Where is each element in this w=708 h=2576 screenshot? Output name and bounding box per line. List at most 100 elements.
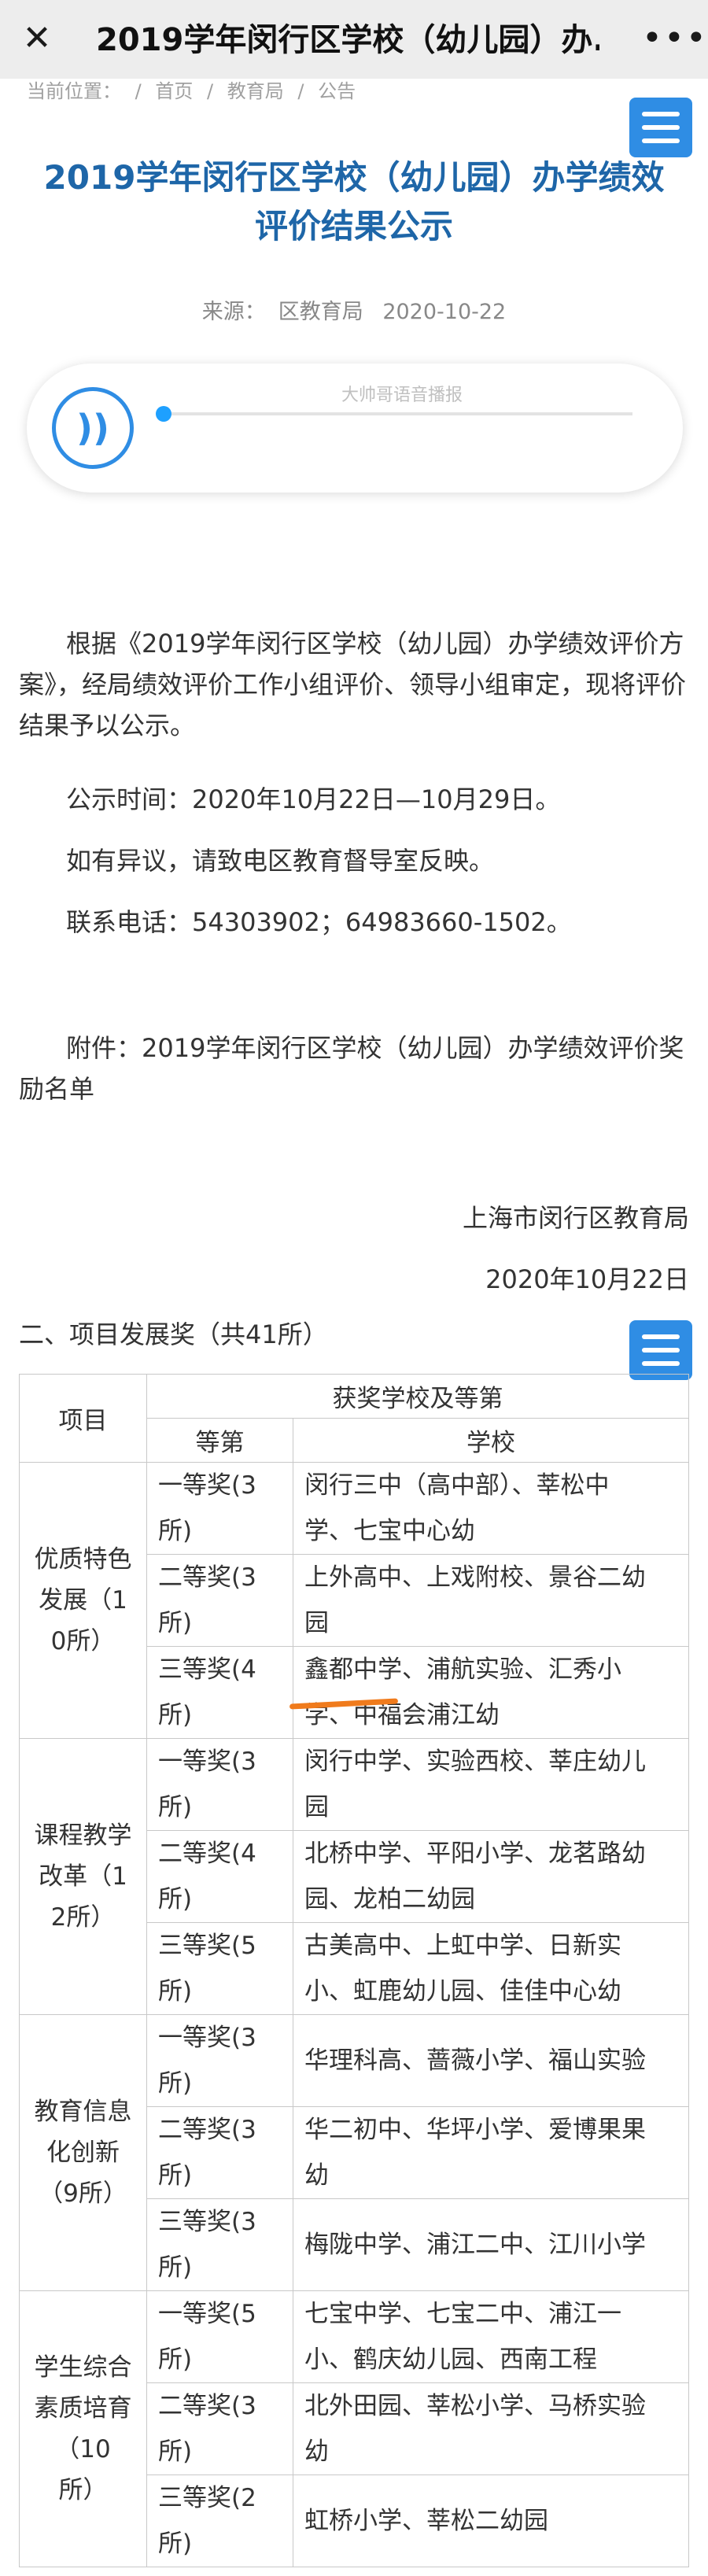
table-header-row: 项目 获奖学校及等第 [19,1374,689,1463]
more-icon[interactable]: ••• [642,19,706,58]
level-line: 三等奖(3 [158,2208,256,2236]
school-cell: 梅陇中学、浦江二中、江川小学 [293,2198,689,2291]
category-cell: 优质特色 发展（1 0所） [19,1462,147,1739]
menu-icon [642,112,680,116]
header-project: 项目 [19,1374,147,1463]
school-line: 小、鹤庆幼儿园、西南工程 [304,2345,597,2374]
level-line: 所) [158,2530,193,2558]
level-line: 所) [158,2161,193,2190]
school-cell: 上外高中、上戏附校、景谷二幼园 [293,1554,689,1647]
school-line: 北桥中学、平阳小学、龙茗路幼 [304,1840,646,1868]
breadcrumb-separator: / [207,80,214,102]
breadcrumb-section[interactable]: 公告 [318,80,356,102]
paragraph-intro: 根据《2019学年闵行区学校（幼儿园）办学绩效评价方 案》，经局绩效评价工作小组… [19,623,689,746]
source: 区教育局 [278,300,363,324]
table-row: 优质特色 发展（1 0所） 一等奖(3 所) 闵行三中（高中部）、莘松中 学、七宝中… [19,1462,689,1739]
audio-hint: 大帅哥语音播报 [341,386,463,405]
school-cell: 闵行中学、实验西校、莘庄幼儿园 [293,1738,689,1831]
menu-button[interactable] [629,1320,692,1380]
school-line: 学、中福会浦江幼 [304,1701,500,1729]
level-line: 三等奖(5 [158,1932,256,1960]
level-cell: 二等奖(3 所) [146,1554,293,1647]
school-line: 七宝中学、七宝二中、浦江一 [304,2300,621,2328]
paragraph-phone: 联系电话：54303902；64983660-1502。 [66,907,572,937]
paragraph-objection: 如有异议，请致电区教育督导室反映。 [66,846,495,876]
paragraph-line: 结果予以公示。 [19,710,196,740]
level-line: 一等奖(3 [158,1747,256,1776]
level-cell: 二等奖(4 所) [146,1830,293,1923]
breadcrumb: 当前位置： / 首页 / 教育局 / 公告 [27,76,363,103]
level-cell: 一等奖(3 所) [146,2014,293,2107]
school-line: 学、七宝中心幼 [304,1517,475,1545]
category-line: （10 [55,2435,111,2463]
level-line: 二等奖(3 [158,2392,256,2420]
article-title-line2: 评价结果公示 [254,207,453,245]
header-school: 学校 [293,1418,689,1463]
breadcrumb-separator: / [297,80,304,102]
level-line: 二等奖(3 [158,2116,256,2144]
school-line: 闵行三中（高中部）、莘松中 [304,1471,610,1500]
menu-icon [642,1334,680,1339]
category-line: 素质培育 [34,2394,132,2423]
school-cell: 鑫都中学、浦航实验、汇秀小 学、中福会浦江幼 [293,1646,689,1739]
school-cell: 北桥中学、平阳小学、龙茗路幼 园、龙柏二幼园 [293,1830,689,1923]
school-cell: 虹桥小学、莘松二幼园 [293,2475,689,2567]
level-cell: 二等奖(3 所) [146,2106,293,2199]
level-line: 所) [158,2438,193,2466]
category-line: 教育信息 [34,2098,132,2126]
audio-progress-knob[interactable] [156,406,171,422]
school-line: 虹桥小学、莘松二幼园 [304,2507,548,2535]
level-line: 所) [158,2253,193,2282]
category-line: 课程教学 [34,1821,132,1850]
close-icon[interactable]: ✕ [17,19,57,58]
signature-date: 2020年10月22日 [485,1264,689,1294]
category-cell: 学生综合 素质培育 （10 所） [19,2290,147,2567]
breadcrumb-home[interactable]: 首页 [155,80,193,102]
level-line: 所) [158,1701,193,1729]
school-line: 小、虹鹿幼儿园、佳佳中心幼 [304,1977,621,2006]
table-row: 学生综合 素质培育 （10 所） 一等奖(5 所) 七宝中学、七宝二中、浦江一 小、… [19,2290,689,2567]
signature: 上海市闵行区教育局 [462,1203,689,1233]
top-bar: ✕ 2019学年闵行区学校（幼儿园）办... ••• [0,0,708,79]
paragraph-line: 案》，经局绩效评价工作小组评价、领导小组审定，现将评价 [19,670,687,699]
school-line: 华理科高、蔷薇小学、福山实验 [304,2046,646,2075]
category-line: 改革（1 [39,1862,127,1891]
publish-date: 2020-10-22 [382,300,507,324]
audio-progress-track[interactable] [160,412,632,415]
audio-play-icon[interactable]: )) [52,387,134,469]
level-cell: 三等奖(4 所) [146,1646,293,1739]
menu-icon-bar [642,138,680,143]
level-line: 三等奖(4 [158,1655,256,1684]
level-cell: 一等奖(3 所) [146,1462,293,1555]
section-heading: 二、项目发展奖（共41所） [19,1319,328,1349]
level-cell: 三等奖(3 所) [146,2198,293,2291]
paragraph-attachment: 附件：2019学年闵行区学校（幼儿园）办学绩效评价奖 励名单 [19,1028,689,1109]
header-awards: 获奖学校及等第 [146,1374,689,1419]
school-line: 园 [304,1609,329,1637]
table-row: 教育信息 化创新 （9所） 一等奖(3 所) 华理科高、蔷薇小学、福山实验 [19,2014,689,2291]
level-line: 所) [158,2069,193,2098]
table-row: 课程教学 改革（1 2所） 一等奖(3 所) 闵行中学、实验西校、莘庄幼儿园 [19,1738,689,2015]
source-label: 来源： [201,300,266,324]
school-line: 园、龙柏二幼园 [304,1885,475,1914]
menu-button[interactable] [629,98,692,157]
school-cell: 七宝中学、七宝二中、浦江一 小、鹤庆幼儿园、西南工程 [293,2290,689,2383]
level-line: 三等奖(2 [158,2484,256,2512]
category-line: 发展（1 [39,1586,127,1615]
category-line: 所） [58,2476,108,2504]
level-cell: 二等奖(3 所) [146,2382,293,2475]
menu-icon-bar [642,125,680,130]
level-line: 所) [158,1977,193,2006]
category-cell: 教育信息 化创新 （9所） [19,2014,147,2291]
category-line: 2所） [50,1903,116,1932]
category-cell: 课程教学 改革（1 2所） [19,1738,147,2015]
school-line: 华二初中、华坪小学、爱博果果 [304,2116,646,2144]
window-title: 2019学年闵行区学校（幼儿园）办... [96,22,599,58]
breadcrumb-dept[interactable]: 教育局 [227,80,284,102]
level-line: 所) [158,1885,193,1914]
level-line: 所) [158,1793,193,1821]
audio-player: )) 大帅哥语音播报 [27,364,683,493]
school-line: 古美高中、上虹中学、日新实 [304,1932,621,1960]
school-line: 鑫都中学、浦航实验、汇秀小 [304,1655,621,1684]
school-cell: 闵行三中（高中部）、莘松中 学、七宝中心幼 [293,1462,689,1555]
